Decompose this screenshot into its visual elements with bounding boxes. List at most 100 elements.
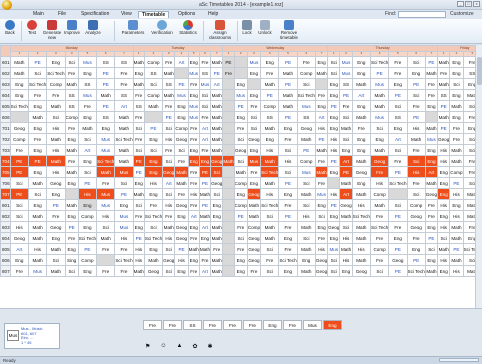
lesson-cell[interactable]: Sci	[406, 89, 426, 101]
class-row-header[interactable]: 804	[0, 232, 11, 244]
lesson-cell[interactable]: Fre	[27, 89, 48, 101]
lesson-cell[interactable]: His	[132, 243, 145, 255]
lesson-cell[interactable]: Eng	[46, 56, 66, 68]
class-row-header[interactable]: 805	[0, 243, 11, 255]
menu-view[interactable]: View	[118, 11, 135, 18]
lesson-cell[interactable]: Math	[143, 254, 164, 266]
lesson-cell[interactable]: Eng	[437, 177, 451, 189]
lesson-cell[interactable]	[222, 144, 235, 156]
lesson-cell[interactable]: Sci	[437, 232, 451, 244]
lesson-cell[interactable]: Sci	[77, 166, 98, 178]
lesson-cell[interactable]: Math	[46, 265, 66, 277]
lesson-cell[interactable]: Geog	[351, 265, 371, 277]
lesson-cell[interactable]: Eng	[327, 78, 341, 90]
lesson-cell[interactable]: Math	[449, 221, 464, 233]
lesson-cell[interactable]: PE	[327, 199, 341, 211]
lesson-cell[interactable]: PE	[210, 67, 224, 79]
lesson-cell[interactable]: Geog	[351, 166, 371, 178]
lesson-cell[interactable]: PE	[406, 254, 426, 266]
lesson-cell[interactable]: Comp	[296, 67, 316, 79]
lesson-cell[interactable]: SS	[96, 111, 116, 123]
lesson-cell[interactable]: His	[260, 188, 280, 200]
lesson-cell[interactable]	[9, 111, 29, 123]
class-row-header[interactable]: 807	[0, 265, 11, 277]
lesson-cell[interactable]: Mus	[296, 100, 316, 112]
lesson-cell[interactable]: Sci	[132, 122, 145, 134]
lesson-cell[interactable]: Sci	[198, 100, 212, 112]
lesson-cell[interactable]: Fre	[187, 122, 200, 134]
lesson-cell[interactable]: Sci	[314, 210, 329, 222]
lesson-cell[interactable]: Fre	[369, 232, 390, 244]
lesson-cell[interactable]: His	[327, 144, 341, 156]
lesson-cell[interactable]: His	[449, 265, 464, 277]
class-row-header[interactable]: 604	[0, 89, 11, 101]
lesson-cell[interactable]: His	[406, 166, 426, 178]
lesson-cell[interactable]: Eng	[246, 67, 262, 79]
lesson-cell[interactable]: Mus	[246, 155, 262, 167]
lesson-cell[interactable]	[143, 111, 164, 123]
unplaced-lesson-card[interactable]: Fre	[243, 320, 262, 330]
lesson-cell[interactable]: Math	[449, 232, 464, 244]
lesson-cell[interactable]: Sci	[296, 177, 316, 189]
lesson-cell[interactable]: Eng	[187, 221, 200, 233]
lesson-cell[interactable]: Eng	[187, 144, 200, 156]
lesson-cell[interactable]: Art	[351, 89, 371, 101]
lesson-cell[interactable]: Fre	[187, 166, 200, 178]
lesson-cell[interactable]: Sci	[233, 232, 248, 244]
lesson-cell[interactable]: Fre	[77, 100, 98, 112]
lesson-cell[interactable]: Sci	[369, 122, 390, 134]
lesson-cell[interactable]: Math	[114, 144, 134, 156]
lesson-cell[interactable]: Eng	[96, 122, 116, 134]
class-row-header[interactable]: 703	[0, 144, 11, 156]
lesson-cell[interactable]: PE	[114, 188, 134, 200]
lesson-cell[interactable]: Eng	[143, 133, 164, 145]
lesson-cell[interactable]: Sci	[327, 265, 341, 277]
lesson-cell[interactable]: Fre	[114, 78, 134, 90]
lesson-cell[interactable]: Math	[27, 177, 48, 189]
lesson-cell[interactable]: Math	[96, 232, 116, 244]
lesson-cell[interactable]: Eng	[351, 100, 371, 112]
lesson-cell[interactable]: Comp	[260, 100, 280, 112]
palette-icon[interactable]: ✿	[192, 343, 197, 350]
lesson-cell[interactable]: Eng	[27, 144, 48, 156]
vertical-scrollbar[interactable]	[475, 45, 482, 308]
lesson-cell[interactable]: Art	[198, 221, 212, 233]
lesson-cell[interactable]: Mus	[339, 67, 353, 79]
lesson-cell[interactable]: Math	[314, 67, 329, 79]
unplaced-lesson-card[interactable]: Eng	[263, 320, 282, 330]
lesson-cell[interactable]: Eng	[114, 199, 134, 211]
lesson-cell[interactable]: Eng	[351, 67, 371, 79]
lesson-cell[interactable]: Math	[174, 166, 189, 178]
lesson-cell[interactable]: Mus	[369, 111, 390, 123]
zoom-slider[interactable]	[439, 358, 479, 362]
unplaced-lesson-card[interactable]: Eng	[323, 320, 342, 330]
lesson-cell[interactable]: Eng	[46, 188, 66, 200]
lesson-cell[interactable]: Math	[27, 232, 48, 244]
class-row-header[interactable]: 704	[0, 155, 11, 167]
lesson-cell[interactable]: Comp	[46, 78, 66, 90]
lesson-cell[interactable]: PE	[437, 100, 451, 112]
lesson-cell[interactable]: His	[296, 210, 316, 222]
lesson-cell[interactable]: Math	[27, 111, 48, 123]
lesson-cell[interactable]: Sci Tech	[143, 232, 164, 244]
lesson-cell[interactable]: PE	[278, 78, 298, 90]
lesson-cell[interactable]: Sci	[132, 144, 145, 156]
lesson-cell[interactable]: Sci	[162, 155, 176, 167]
menu-options[interactable]: Options	[175, 11, 198, 18]
lesson-cell[interactable]: Fre	[233, 122, 248, 134]
lesson-cell[interactable]	[314, 78, 329, 90]
lesson-cell[interactable]: PE	[233, 100, 248, 112]
lesson-cell[interactable]: Eng	[424, 155, 439, 167]
lesson-cell[interactable]: Math	[210, 111, 224, 123]
lesson-cell[interactable]	[222, 111, 235, 123]
lesson-cell[interactable]: Sci	[388, 199, 408, 211]
lesson-cell[interactable]: Eng	[369, 133, 390, 145]
lesson-cell[interactable]: Sci Tech	[9, 100, 29, 112]
lesson-cell[interactable]: Comp	[296, 155, 316, 167]
lesson-cell[interactable]: Sci	[406, 56, 426, 68]
lesson-cell[interactable]: Sci	[132, 199, 145, 211]
lesson-cell[interactable]: Fre	[46, 210, 66, 222]
lesson-cell[interactable]: Math	[246, 210, 262, 222]
lesson-cell[interactable]: Mus	[187, 111, 200, 123]
lesson-cell[interactable]: Eng	[64, 177, 79, 189]
